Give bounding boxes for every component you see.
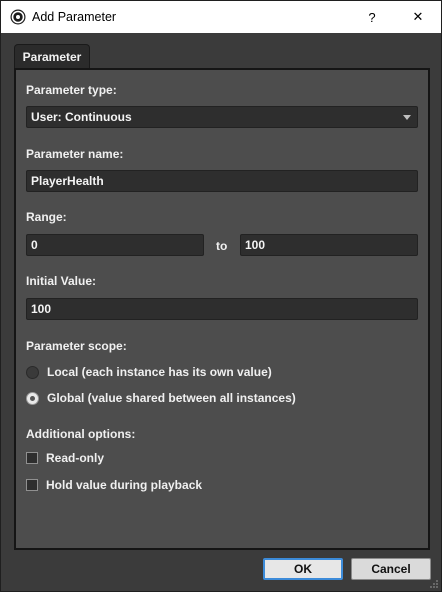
scope-global-label: Global (value shared between all instanc… xyxy=(47,391,296,405)
initial-value-label: Initial Value: xyxy=(26,274,97,288)
add-parameter-dialog: Add Parameter ? ✕ Parameter Parameter ty… xyxy=(0,0,442,592)
resize-grip-icon[interactable] xyxy=(429,579,439,589)
read-only-checkbox-row[interactable]: Read-only xyxy=(26,450,104,466)
parameter-scope-label: Parameter scope: xyxy=(26,339,127,353)
hold-value-checkbox[interactable] xyxy=(26,479,38,491)
title-bar: Add Parameter ? ✕ xyxy=(1,1,441,33)
parameter-type-select[interactable]: User: Continuous xyxy=(26,106,418,128)
scope-global-radio-row[interactable]: Global (value shared between all instanc… xyxy=(26,390,296,406)
help-button[interactable]: ? xyxy=(349,1,395,33)
hold-value-checkbox-row[interactable]: Hold value during playback xyxy=(26,477,202,493)
close-icon: ✕ xyxy=(412,9,424,24)
range-max-input[interactable] xyxy=(240,234,418,256)
initial-value-input[interactable] xyxy=(26,298,418,320)
parameter-type-label: Parameter type: xyxy=(26,83,117,97)
window-title: Add Parameter xyxy=(32,10,117,24)
close-button[interactable]: ✕ xyxy=(395,1,441,33)
range-label: Range: xyxy=(26,210,67,224)
scope-local-radio-row[interactable]: Local (each instance has its own value) xyxy=(26,364,272,380)
scope-local-radio[interactable] xyxy=(26,365,39,379)
ok-button[interactable]: OK xyxy=(263,558,343,580)
read-only-checkbox[interactable] xyxy=(26,452,38,464)
tab-parameter[interactable]: Parameter xyxy=(14,44,90,69)
range-min-input[interactable] xyxy=(26,234,204,256)
parameter-name-input[interactable] xyxy=(26,170,418,192)
parameter-name-label: Parameter name: xyxy=(26,147,124,161)
parameter-type-value: User: Continuous xyxy=(31,110,132,124)
app-logo-icon xyxy=(10,9,26,25)
help-icon: ? xyxy=(368,9,376,25)
read-only-label: Read-only xyxy=(46,451,105,465)
scope-local-label: Local (each instance has its own value) xyxy=(47,365,272,379)
cancel-button[interactable]: Cancel xyxy=(351,558,431,580)
scope-global-radio[interactable] xyxy=(26,391,39,405)
chevron-down-icon xyxy=(403,115,411,120)
additional-options-label: Additional options: xyxy=(26,427,136,441)
hold-value-label: Hold value during playback xyxy=(46,478,203,492)
range-to-label: to xyxy=(216,239,228,253)
